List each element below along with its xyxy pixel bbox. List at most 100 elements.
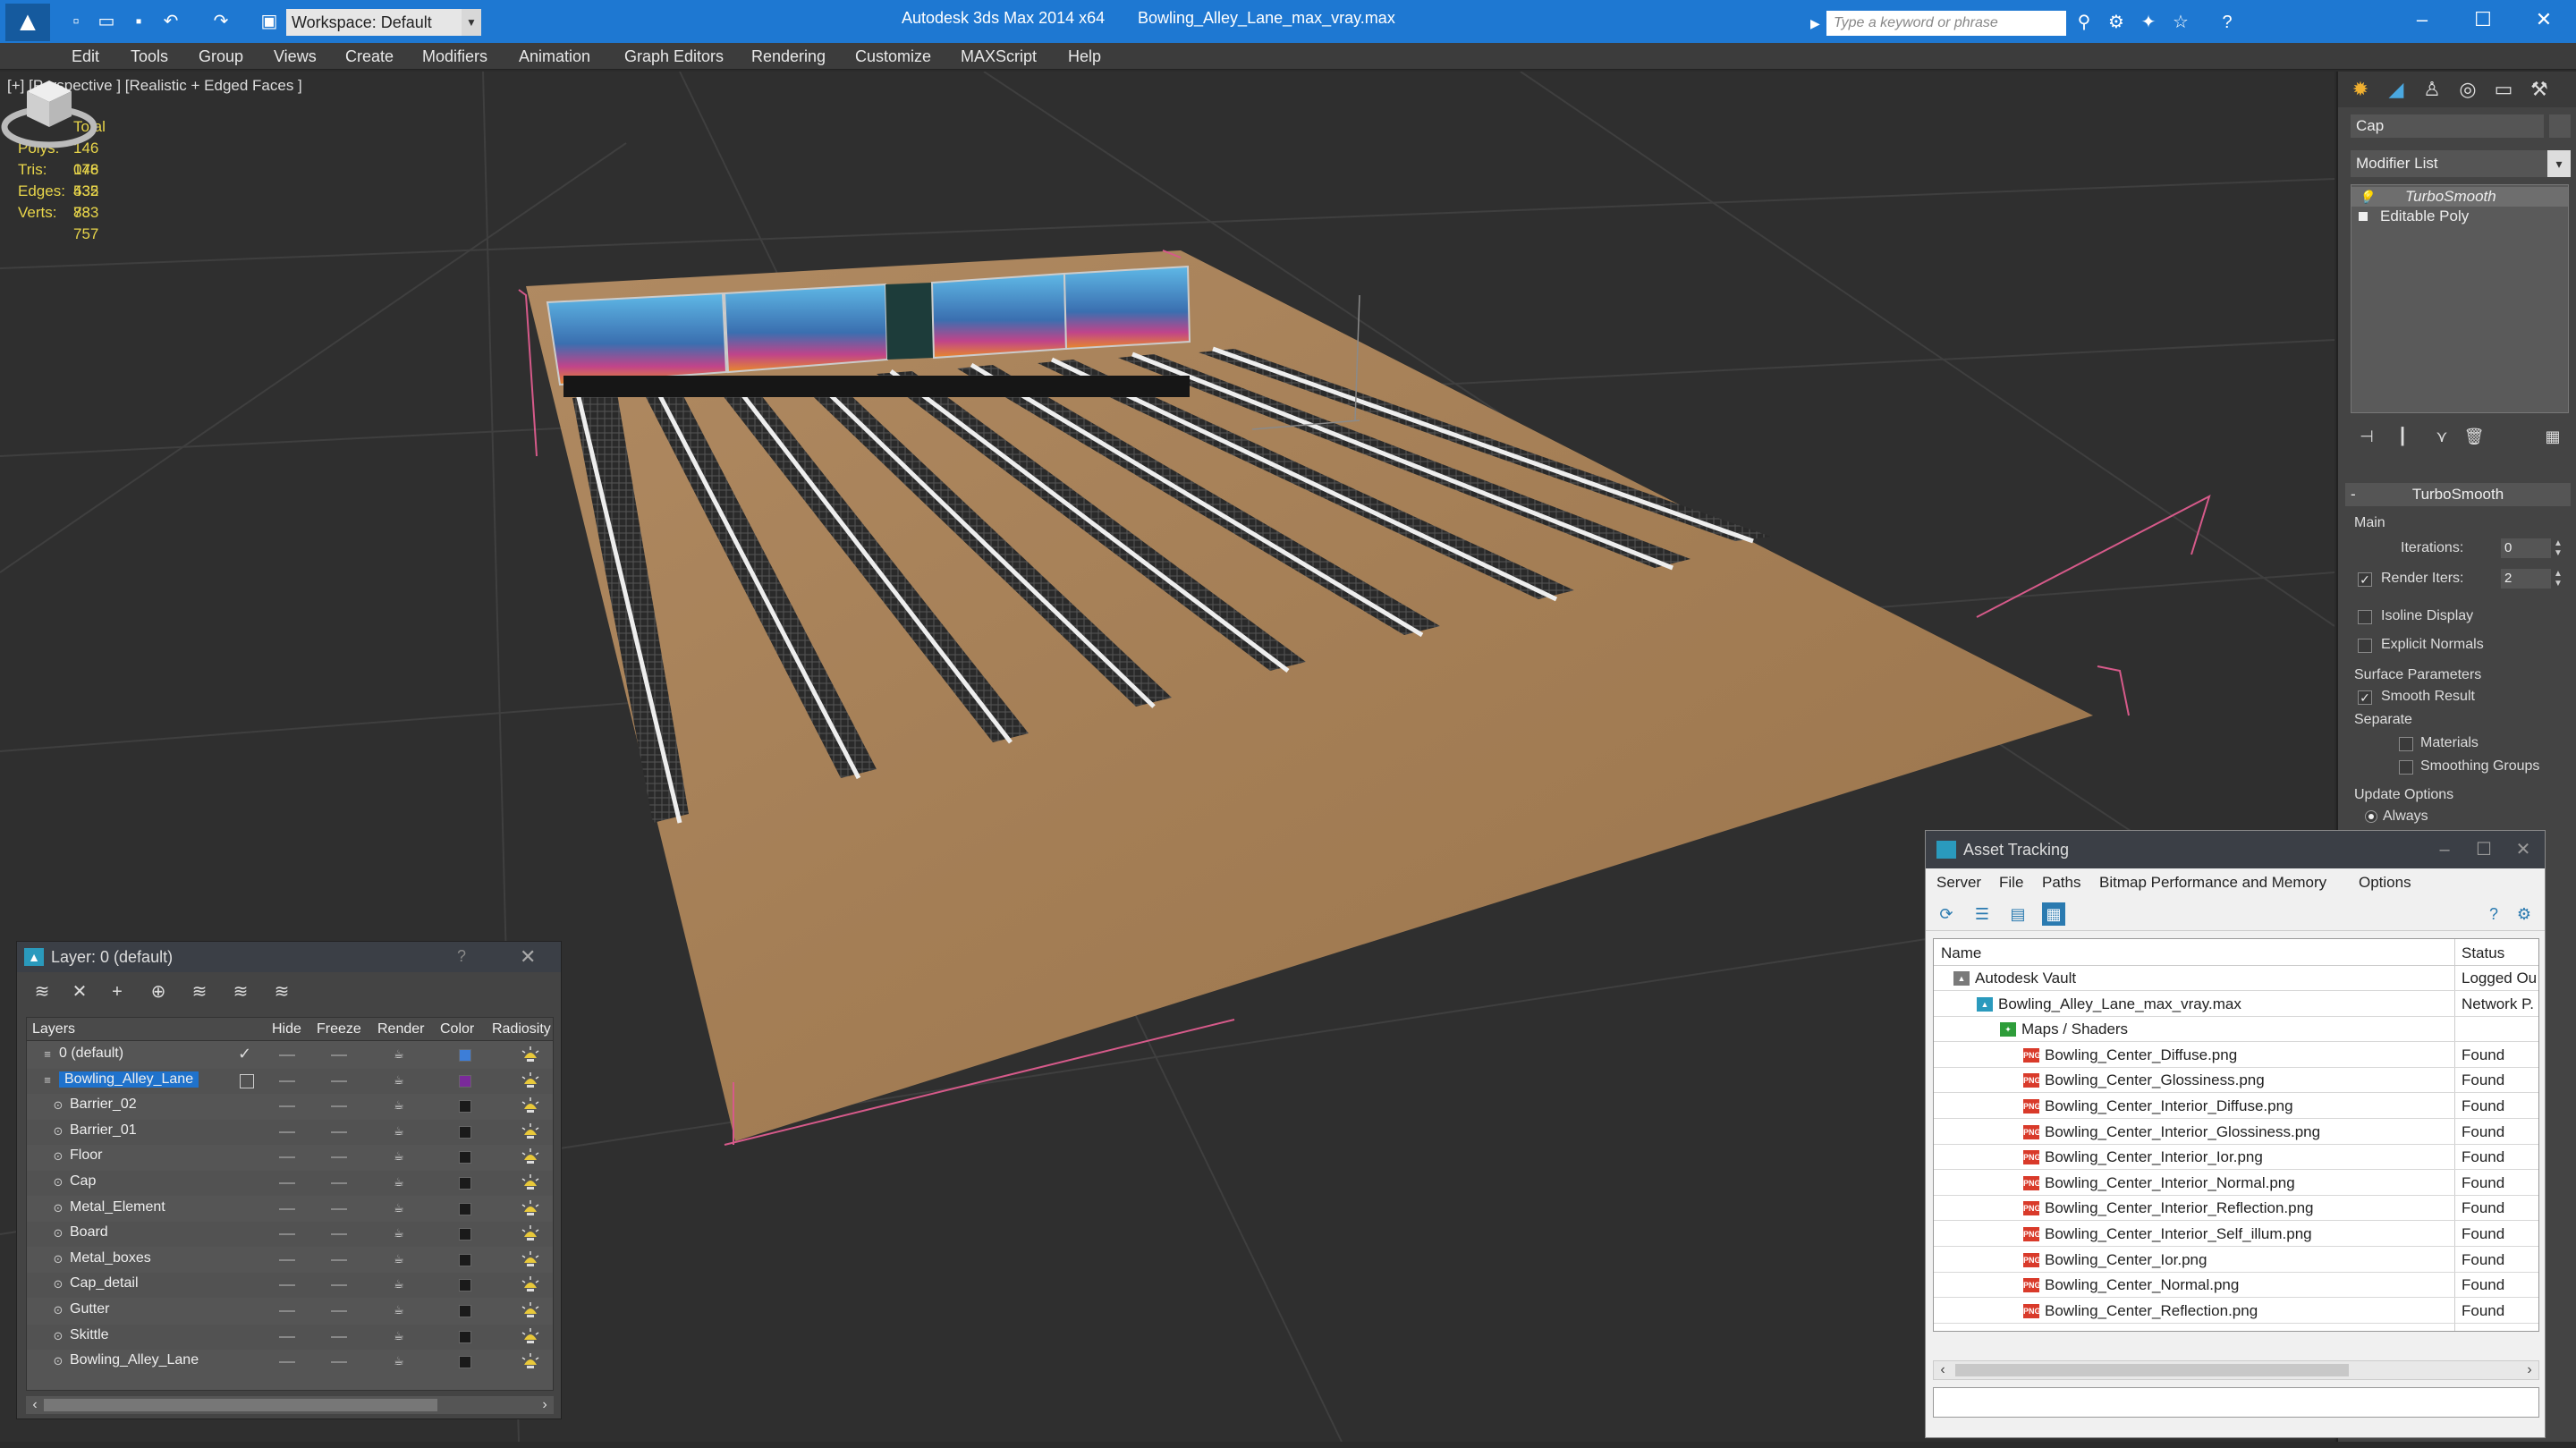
search-expand-icon[interactable]: ▶: [1810, 11, 1825, 36]
freeze-toggle[interactable]: [331, 1080, 347, 1082]
layer-color-swatch[interactable]: [459, 1279, 471, 1292]
active-layer-check-icon[interactable]: ✓: [238, 1045, 251, 1063]
asset-name[interactable]: Bowling_Center_Interior_Normal.png: [2045, 1174, 2295, 1192]
layer-color-swatch[interactable]: [459, 1100, 471, 1114]
select-objects-icon[interactable]: ⊕: [146, 979, 171, 1004]
always-radio[interactable]: [2365, 810, 2377, 823]
freeze-toggle[interactable]: [331, 1233, 347, 1236]
help-icon[interactable]: ?: [2215, 11, 2240, 34]
scroll-right-icon[interactable]: ›: [2521, 1361, 2538, 1379]
freeze-unfreeze-all-icon[interactable]: ≋: [269, 979, 294, 1004]
layer-color-swatch[interactable]: [459, 1228, 471, 1241]
refresh-icon[interactable]: ⟳: [1935, 902, 1958, 926]
project-folder-icon[interactable]: ▣: [258, 10, 281, 33]
layer-row[interactable]: ≡ 0 (default) ✓ ☕: [27, 1043, 553, 1068]
layer-name[interactable]: Barrier_02: [70, 1097, 137, 1113]
layer-name[interactable]: Gutter: [70, 1301, 109, 1317]
asset-window-titlebar[interactable]: Asset Tracking – ☐ ✕: [1926, 831, 2545, 868]
freeze-toggle[interactable]: [331, 1361, 347, 1364]
col-name[interactable]: Name: [1941, 944, 1981, 962]
layer-row[interactable]: ⊙ Barrier_01 ☕: [27, 1119, 553, 1145]
layer-row[interactable]: ⊙ Bowling_Alley_Lane ☕: [27, 1350, 553, 1375]
hide-unhide-all-icon[interactable]: ≋: [228, 979, 253, 1004]
workspace-dropdown-arrow[interactable]: ▼: [462, 9, 481, 36]
menu-maxscript[interactable]: MAXScript: [961, 46, 1037, 67]
layer-color-swatch[interactable]: [459, 1177, 471, 1190]
create-layer-icon[interactable]: ≋: [30, 979, 55, 1004]
col-hide[interactable]: Hide: [272, 1021, 301, 1037]
layer-row[interactable]: ⊙ Metal_Element ☕: [27, 1197, 553, 1222]
menu-help[interactable]: Help: [1068, 46, 1101, 67]
hide-toggle[interactable]: [279, 1130, 295, 1133]
set-current-layer-box[interactable]: [240, 1073, 254, 1088]
layer-color-swatch[interactable]: [459, 1253, 471, 1266]
modify-tab-icon[interactable]: ◢: [2381, 75, 2411, 104]
asset-name[interactable]: Bowling_Center_Interior_Reflection.png: [2045, 1199, 2314, 1217]
object-color-swatch[interactable]: [2549, 114, 2571, 138]
undo-icon[interactable]: ↶: [159, 10, 182, 33]
asset-name[interactable]: Bowling_Center_Interior_Ior.png: [2045, 1148, 2263, 1166]
materials-checkbox[interactable]: [2399, 737, 2413, 751]
render-teapot-icon[interactable]: ☕: [394, 1073, 406, 1087]
render-teapot-icon[interactable]: ☕: [394, 1150, 406, 1163]
asset-name[interactable]: Autodesk Vault: [1975, 970, 2076, 987]
menu-graph-editors[interactable]: Graph Editors: [624, 46, 724, 67]
render-teapot-icon[interactable]: ☕: [394, 1099, 406, 1112]
menu-animation[interactable]: Animation: [519, 46, 590, 67]
asset-row[interactable]: PNG Bowling_Center_Diffuse.png Found: [1934, 1043, 2538, 1068]
radiosity-lamp-icon[interactable]: [521, 1173, 540, 1193]
radiosity-lamp-icon[interactable]: [521, 1046, 540, 1065]
col-status[interactable]: Status: [2462, 944, 2504, 962]
radiosity-lamp-icon[interactable]: [521, 1071, 540, 1091]
minimize-button[interactable]: –: [2397, 4, 2447, 36]
hide-toggle[interactable]: [279, 1310, 295, 1312]
col-freeze[interactable]: Freeze: [317, 1021, 361, 1037]
stack-item-editable-poly[interactable]: Editable Poly: [2351, 207, 2568, 226]
layer-row[interactable]: ⊙ Floor ☕: [27, 1145, 553, 1170]
freeze-toggle[interactable]: [331, 1284, 347, 1287]
layer-row[interactable]: ⊙ Metal_boxes ☕: [27, 1248, 553, 1273]
radiosity-lamp-icon[interactable]: [521, 1250, 540, 1270]
hide-toggle[interactable]: [279, 1284, 295, 1287]
asset-name[interactable]: Bowling_Center_Reflection.png: [2045, 1302, 2258, 1320]
add-to-layer-icon[interactable]: +: [105, 979, 130, 1004]
layer-name[interactable]: Skittle: [70, 1327, 109, 1343]
radiosity-lamp-icon[interactable]: [521, 1301, 540, 1321]
hide-toggle[interactable]: [279, 1182, 295, 1184]
grid-view-icon[interactable]: ▦: [2042, 902, 2065, 926]
new-file-icon[interactable]: ▫: [64, 10, 88, 33]
spinner-arrows-icon[interactable]: ▲ ▼: [2553, 538, 2563, 558]
expand-box-icon[interactable]: [2359, 212, 2368, 221]
asset-name[interactable]: Bowling_Center_Normal.png: [2045, 1276, 2239, 1294]
asset-name[interactable]: Bowling_Center_Interior_Diffuse.png: [2045, 1097, 2293, 1115]
asset-name[interactable]: Bowling_Center_Ior.png: [2045, 1251, 2207, 1269]
layer-name[interactable]: Cap: [70, 1173, 96, 1190]
render-iters-spinner[interactable]: 2: [2501, 569, 2551, 589]
workspace-dropdown[interactable]: Workspace: Default ▾: [286, 9, 481, 36]
create-tab-icon[interactable]: ✹: [2345, 75, 2376, 104]
render-iters-checkbox[interactable]: ✓: [2358, 572, 2372, 587]
layer-name[interactable]: Floor: [70, 1147, 102, 1164]
layer-row[interactable]: ⊙ Board ☕: [27, 1222, 553, 1248]
asset-name[interactable]: Maps / Shaders: [2021, 1020, 2128, 1038]
utilities-tab-icon[interactable]: ⚒: [2524, 75, 2555, 104]
layer-name[interactable]: Cap_detail: [70, 1275, 139, 1291]
menu-views[interactable]: Views: [274, 46, 317, 67]
context-help-icon[interactable]: ⚙: [2512, 902, 2536, 926]
asset-row[interactable]: PNG Bowling_Center_Interior_Diffuse.png Fo…: [1934, 1094, 2538, 1119]
col-layers[interactable]: Layers: [32, 1021, 75, 1037]
layer-row[interactable]: ⊙ Cap ☕: [27, 1171, 553, 1196]
minimize-button[interactable]: –: [2427, 836, 2462, 863]
rollout-header[interactable]: - TurboSmooth: [2345, 483, 2571, 506]
radiosity-lamp-icon[interactable]: [521, 1122, 540, 1142]
table-view-icon[interactable]: ▤: [2006, 902, 2029, 926]
render-teapot-icon[interactable]: ☕: [394, 1278, 406, 1291]
layer-name[interactable]: Metal_boxes: [70, 1250, 151, 1266]
redo-icon[interactable]: ↷: [209, 10, 233, 33]
asset-row[interactable]: PNG Bowling_Center_Normal.png Found: [1934, 1273, 2538, 1299]
menu-group[interactable]: Group: [199, 46, 243, 67]
menu-customize[interactable]: Customize: [855, 46, 931, 67]
freeze-toggle[interactable]: [331, 1310, 347, 1312]
asset-name[interactable]: Bowling_Center_Glossiness.png: [2045, 1071, 2265, 1089]
list-view-icon[interactable]: ☰: [1970, 902, 1994, 926]
